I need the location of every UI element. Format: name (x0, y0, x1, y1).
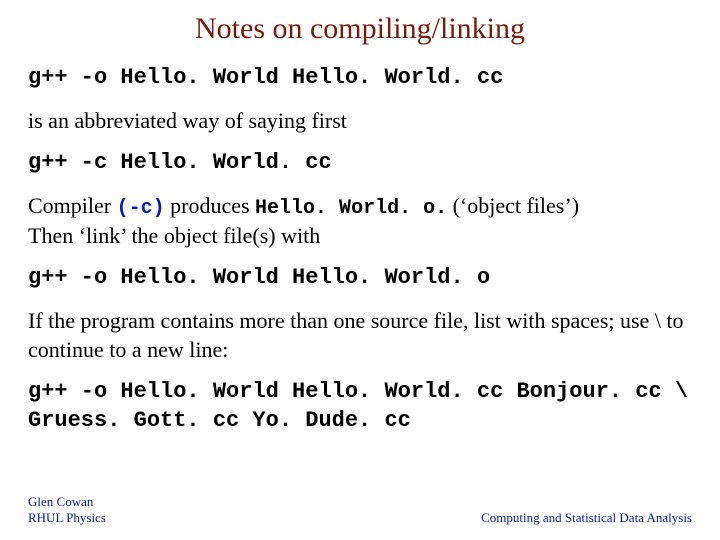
text-line-7: If the program contains more than one so… (28, 307, 692, 364)
code-line-3: g++ -c Hello. World. cc (28, 149, 692, 178)
footer-author: Glen Cowan (28, 494, 93, 509)
text-4a: Compiler (28, 193, 117, 218)
text-4e: (‘object files’) (447, 193, 579, 218)
footer-affiliation: RHUL Physics (28, 510, 106, 525)
slide: Notes on compiling/linking g++ -o Hello.… (0, 0, 720, 540)
code-4d: Hello. World. o. (255, 197, 447, 220)
footer-left: Glen Cowan RHUL Physics (28, 494, 106, 527)
text-line-2: is an abbreviated way of saying first (28, 107, 692, 136)
footer-right: Computing and Statistical Data Analysis (481, 510, 692, 526)
code-4b: (-c) (117, 197, 165, 220)
slide-title: Notes on compiling/linking (28, 12, 692, 46)
slide-body: g++ -o Hello. World Hello. World. cc is … (28, 64, 692, 435)
code-line-6: g++ -o Hello. World Hello. World. o (28, 264, 692, 293)
code-line-1: g++ -o Hello. World Hello. World. cc (28, 64, 692, 93)
text-line-4: Compiler (-c) produces Hello. World. o. … (28, 192, 692, 251)
code-line-8: g++ -o Hello. World Hello. World. cc Bon… (28, 378, 692, 435)
text-4c: produces (165, 193, 255, 218)
footer: Glen Cowan RHUL Physics Computing and St… (28, 494, 692, 527)
text-line-5: Then ‘link’ the object file(s) with (28, 223, 320, 248)
